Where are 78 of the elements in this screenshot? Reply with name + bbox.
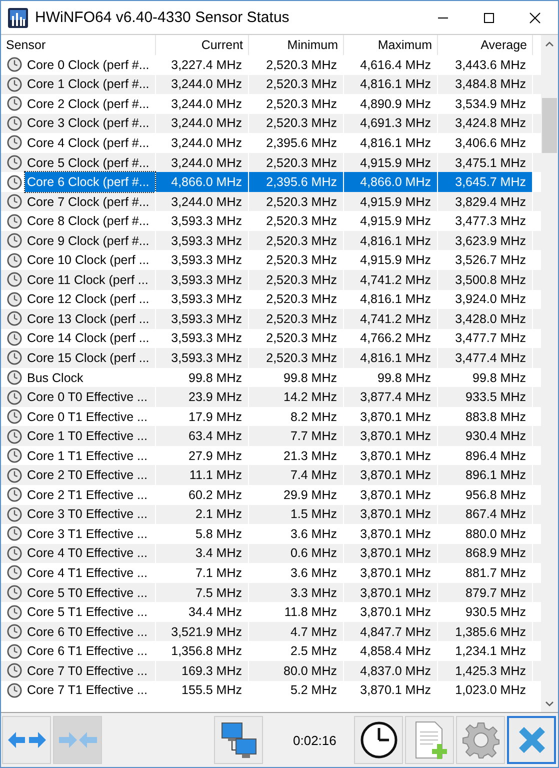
sensor-name[interactable]: Core 4 T1 Effective ... — [25, 563, 155, 583]
clock-icon — [7, 330, 22, 346]
network-button[interactable] — [214, 716, 263, 764]
clock-icon — [7, 682, 22, 698]
sensor-name[interactable]: Core 4 Clock (perf #... — [25, 133, 155, 153]
sensor-name[interactable]: Core 9 Clock (perf #... — [25, 230, 155, 250]
sensor-name[interactable]: Core 2 Clock (perf #... — [25, 94, 155, 114]
sensor-name[interactable]: Core 3 T0 Effective ... — [25, 504, 155, 524]
chevron-up-icon — [545, 40, 554, 46]
maximize-icon — [483, 12, 495, 24]
table-cell: 3,870.1 MHz — [344, 680, 438, 700]
clock-icon — [7, 448, 22, 464]
table-cell: 4,866.0 MHz — [156, 172, 249, 192]
clock-icon — [7, 96, 22, 112]
sensor-name[interactable]: Core 4 T0 Effective ... — [25, 544, 155, 564]
clock-icon — [7, 487, 22, 502]
sensor-name[interactable]: Core 11 Clock (perf ... — [25, 270, 155, 290]
sensor-name[interactable]: Core 7 T0 Effective ... — [25, 660, 155, 680]
arrows-apart-icon — [6, 729, 48, 751]
sensor-name[interactable]: Core 3 T1 Effective ... — [25, 524, 155, 544]
scrollbar-thumb[interactable] — [542, 98, 557, 153]
sensor-name[interactable]: Core 0 T0 Effective ... — [25, 387, 155, 407]
settings-icon — [462, 721, 500, 759]
clock-icon — [7, 604, 22, 620]
close-button[interactable] — [507, 716, 556, 764]
table-cell: 5.2 MHz — [249, 680, 344, 700]
sensor-name[interactable]: Core 3 Clock (perf #... — [25, 114, 155, 134]
sensor-name[interactable]: Core 12 Clock (perf ... — [25, 290, 155, 310]
clock-icon — [360, 721, 398, 759]
sensor-name[interactable]: Core 6 Clock (perf #... — [25, 172, 155, 192]
clock-icon — [7, 370, 22, 386]
sensor-name[interactable]: Core 6 T1 Effective ... — [25, 641, 155, 661]
settings-button[interactable] — [456, 716, 506, 764]
clock-icon — [7, 155, 22, 170]
clock-icon — [7, 174, 22, 190]
sensor-name[interactable]: Core 0 T1 Effective ... — [25, 406, 155, 426]
table-cell: 2,395.6 MHz — [249, 172, 344, 192]
timer-button[interactable] — [354, 716, 404, 764]
close-icon — [529, 12, 541, 24]
sensor-name[interactable]: Core 7 Clock (perf #... — [25, 192, 155, 212]
sensor-name[interactable]: Core 0 Clock (perf #... — [25, 55, 155, 75]
table-cell: 4,866.0 MHz — [344, 172, 438, 192]
clock-icon — [7, 252, 22, 268]
clock-icon — [7, 214, 22, 229]
sensor-name[interactable]: Core 7 T1 Effective ... — [25, 680, 155, 700]
table-cell: 1,023.0 MHz — [438, 680, 533, 700]
sensor-name[interactable]: Core 1 T0 Effective ... — [25, 426, 155, 446]
app-logo-icon — [8, 8, 28, 28]
clock-icon — [7, 468, 22, 483]
sensor-name[interactable]: Core 2 T1 Effective ... — [25, 485, 155, 505]
elapsed-time: 0:02:16 — [293, 732, 336, 748]
clock-icon — [7, 565, 22, 580]
table-cell: 3,645.7 MHz — [438, 172, 533, 192]
sensor-name[interactable]: Core 15 Clock (perf ... — [25, 348, 155, 368]
clock-icon — [7, 409, 22, 424]
sensor-name[interactable]: Core 5 T1 Effective ... — [25, 602, 155, 622]
clock-icon — [7, 57, 22, 72]
clock-icon — [7, 292, 22, 307]
expand-button[interactable] — [2, 716, 51, 764]
sensor-name[interactable]: Core 8 Clock (perf #... — [25, 211, 155, 231]
sensor-name[interactable]: Core 10 Clock (perf ... — [25, 250, 155, 270]
network-computers-icon — [218, 720, 258, 760]
sensor-name[interactable]: Core 5 Clock (perf #... — [25, 152, 155, 172]
window-title: HWiNFO64 v6.40-4330 Sensor Status — [35, 9, 290, 26]
sensor-name[interactable]: Core 1 Clock (perf #... — [25, 74, 155, 94]
sensor-name[interactable]: Core 13 Clock (perf ... — [25, 309, 155, 329]
arrows-together-icon — [56, 729, 98, 751]
sensor-name[interactable]: Core 5 T0 Effective ... — [25, 582, 155, 602]
sensor-name[interactable]: Core 6 T0 Effective ... — [25, 622, 155, 642]
sensor-name[interactable]: Core 1 T1 Effective ... — [25, 446, 155, 466]
clock-icon — [7, 135, 22, 150]
chevron-down-icon — [545, 700, 554, 706]
clock-icon — [7, 644, 22, 659]
sensor-name[interactable]: Core 14 Clock (perf ... — [25, 328, 155, 348]
clock-icon — [7, 526, 22, 542]
table-cell: 155.5 MHz — [156, 680, 249, 700]
sensor-name[interactable]: Bus Clock — [25, 368, 155, 388]
sensor-name[interactable]: Core 2 T0 Effective ... — [25, 465, 155, 486]
